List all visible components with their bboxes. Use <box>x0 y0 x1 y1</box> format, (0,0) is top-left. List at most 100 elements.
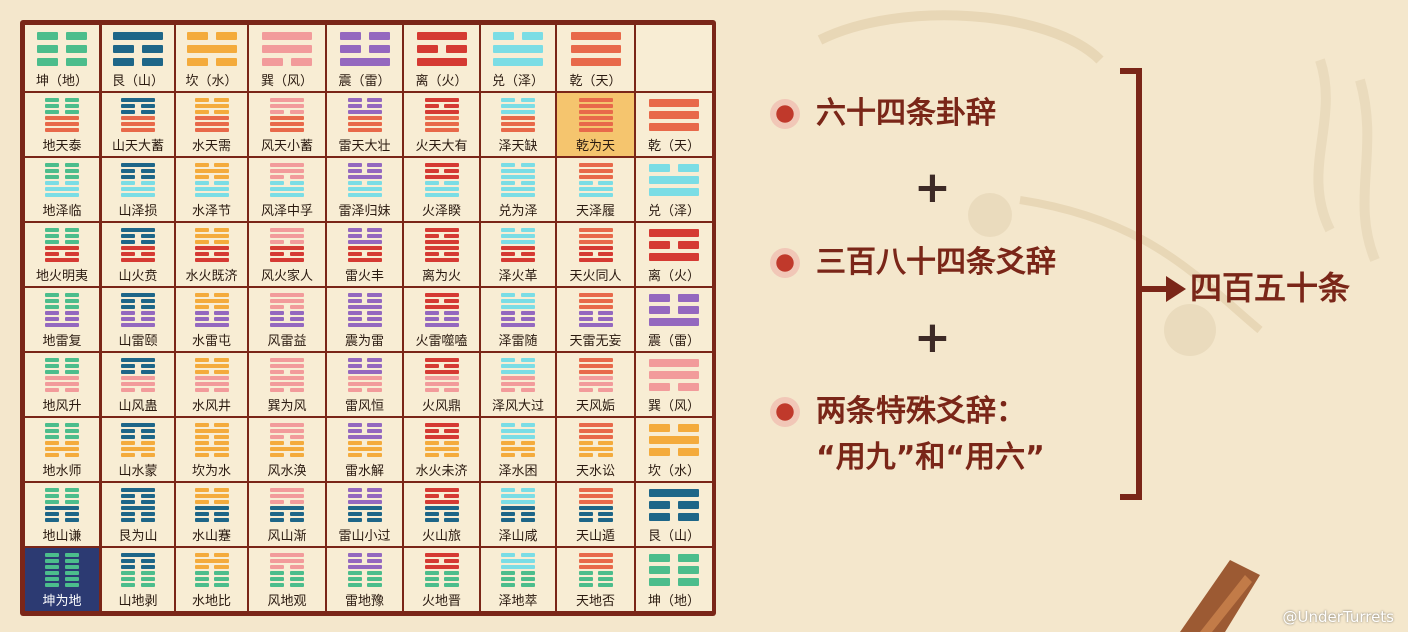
hexagram-lower-line-yang <box>194 447 229 451</box>
hexagram-lower-line-yin <box>121 583 155 587</box>
cell-label: 山天大蓄 <box>111 139 164 154</box>
hexagram-lower-line-yin <box>45 317 79 321</box>
cell-label: 雷火丰 <box>344 269 384 284</box>
hexagram-lower-line-yang <box>578 323 613 327</box>
hexagram-lower-line-yin <box>501 252 535 256</box>
hexagram-upper-line-yin <box>45 429 79 433</box>
hexagram-upper-line-yin <box>501 163 535 167</box>
hexagram-upper-line-yin <box>270 500 304 504</box>
hexagram-upper-line-yang <box>501 364 535 368</box>
trigram-line-yang <box>649 99 699 107</box>
hexagram-lower-line-yang <box>347 506 382 510</box>
hexagram-upper-line-yang <box>121 228 155 232</box>
cell-label: 水火既济 <box>185 269 238 284</box>
hexagram-upper-line-yin <box>121 104 155 108</box>
hexagram-lower-line-yang <box>194 116 229 120</box>
hexagram-upper-line-yin <box>270 175 304 179</box>
hexagram-upper-line-yang <box>501 370 535 374</box>
hexagram-lower-line-yin <box>121 571 155 575</box>
hexagram-upper-line-yin <box>424 169 459 173</box>
hexagram-upper-line-yin <box>45 175 79 179</box>
hexagram-lower-line-yin <box>347 252 382 256</box>
hexagram-lower-line-yin <box>194 317 229 321</box>
trigram-line-yang <box>649 359 699 367</box>
hexagram-lower-line-yang <box>45 323 79 327</box>
hexagram-cell: 风地观 <box>249 548 325 611</box>
hexagram-upper-line-yang <box>270 98 304 102</box>
hexagram-lower-line-yang <box>194 193 229 197</box>
hexagram-lower-line-yang <box>347 258 382 262</box>
summary-text-2: 三百八十四条爻辞 <box>816 245 1056 280</box>
hexagram-lower-line-yin <box>424 388 459 392</box>
hexagram-lower-line-yang <box>194 376 229 380</box>
hexagram-lower-line-yin <box>347 571 382 575</box>
hexagram-lower-line-yang <box>121 258 155 262</box>
hexagram-lower-line-yin <box>347 181 382 185</box>
cell-label: 坤（地） <box>647 594 700 609</box>
hexagram-upper-line-yang <box>347 500 382 504</box>
hexagram-lower-line-yang <box>45 447 79 451</box>
cell-label: 天山遁 <box>575 529 615 544</box>
hexagram-lower-line-yin <box>501 181 535 185</box>
hexagram-upper-line-yang <box>578 488 613 492</box>
trigram-line-yin <box>113 45 163 53</box>
hexagram-upper-line-yang <box>347 305 382 309</box>
row-trigram-qian: 乾（天） <box>636 93 712 156</box>
hexagram-upper-line-yang <box>270 299 304 303</box>
cell-label: 泽水困 <box>498 464 538 479</box>
hexagram-upper-line-yin <box>121 494 155 498</box>
cell-label: 乾（天） <box>569 74 622 89</box>
cell-label: 风地观 <box>267 594 307 609</box>
hexagram-lower-line-yang <box>424 376 459 380</box>
hexagram-upper-line-yin <box>194 358 229 362</box>
hexagram-upper-line-yang <box>121 488 155 492</box>
hexagram-cell: 泽水困 <box>481 418 555 481</box>
trigram-line-yin <box>493 32 543 40</box>
hexagram-upper-line-yin <box>270 370 304 374</box>
hexagram-upper-line-yang <box>424 293 459 297</box>
hexagram-upper-line-yang <box>578 429 613 433</box>
hexagram-upper-line-yin <box>45 163 79 167</box>
hexagram-cell: 泽山咸 <box>481 483 555 546</box>
result-total: 四百五十条 <box>1190 269 1351 307</box>
hexagram-cell: 水火既济 <box>176 223 247 286</box>
hexagram-lower-line-yang <box>270 187 304 191</box>
hexagram-lower-line-yin <box>578 583 613 587</box>
hexagram-cell: 雷火丰 <box>327 223 402 286</box>
summary-item-line-statements: 三百八十四条爻辞 <box>770 245 1056 281</box>
trigram-line-yin <box>649 554 699 562</box>
hexagram-upper-line-yin <box>270 565 304 569</box>
hexagram-upper-line-yin <box>194 488 229 492</box>
hexagram-upper-line-yang <box>347 175 382 179</box>
hexagram-upper-line-yang <box>501 234 535 238</box>
hexagram-upper-line-yin <box>347 228 382 232</box>
hexagram-upper-line-yin <box>45 553 79 557</box>
hexagram-lower-line-yang <box>501 122 535 126</box>
hexagram-upper-line-yin <box>121 370 155 374</box>
trigram-line-yin <box>649 448 699 456</box>
hexagram-upper-line-yin <box>194 553 229 557</box>
hexagram-lower-line-yin <box>121 252 155 256</box>
summary-text-3b: “用九”和“用六” <box>816 440 1045 475</box>
hexagram-upper-line-yin <box>121 364 155 368</box>
hexagram-lower-line-yang <box>578 128 613 132</box>
hexagram-upper-line-yin <box>45 358 79 362</box>
row-trigram-zhen: 震（雷） <box>636 288 712 351</box>
hexagram-lower-line-yang <box>270 258 304 262</box>
hexagram-upper-line-yang <box>578 364 613 368</box>
hexagram-upper-line-yang <box>121 163 155 167</box>
hexagram-lower-line-yin <box>347 577 382 581</box>
hexagram-upper-line-yang <box>194 234 229 238</box>
hexagram-upper-line-yang <box>121 423 155 427</box>
hexagram-lower-line-yang <box>424 506 459 510</box>
hexagram-cell: 兑为泽 <box>481 158 555 221</box>
row-trigram-kan: 坎（水） <box>636 418 712 481</box>
hexagram-lower-line-yang <box>45 187 79 191</box>
hexagram-lower-line-yang <box>578 258 613 262</box>
hexagram-upper-line-yang <box>424 488 459 492</box>
hexagram-upper-line-yin <box>45 488 79 492</box>
hexagram-lower-line-yin <box>578 577 613 581</box>
hexagram-upper-line-yin <box>347 299 382 303</box>
hexagram-lower-line-yin <box>121 311 155 315</box>
hexagram-lower-line-yang <box>501 187 535 191</box>
